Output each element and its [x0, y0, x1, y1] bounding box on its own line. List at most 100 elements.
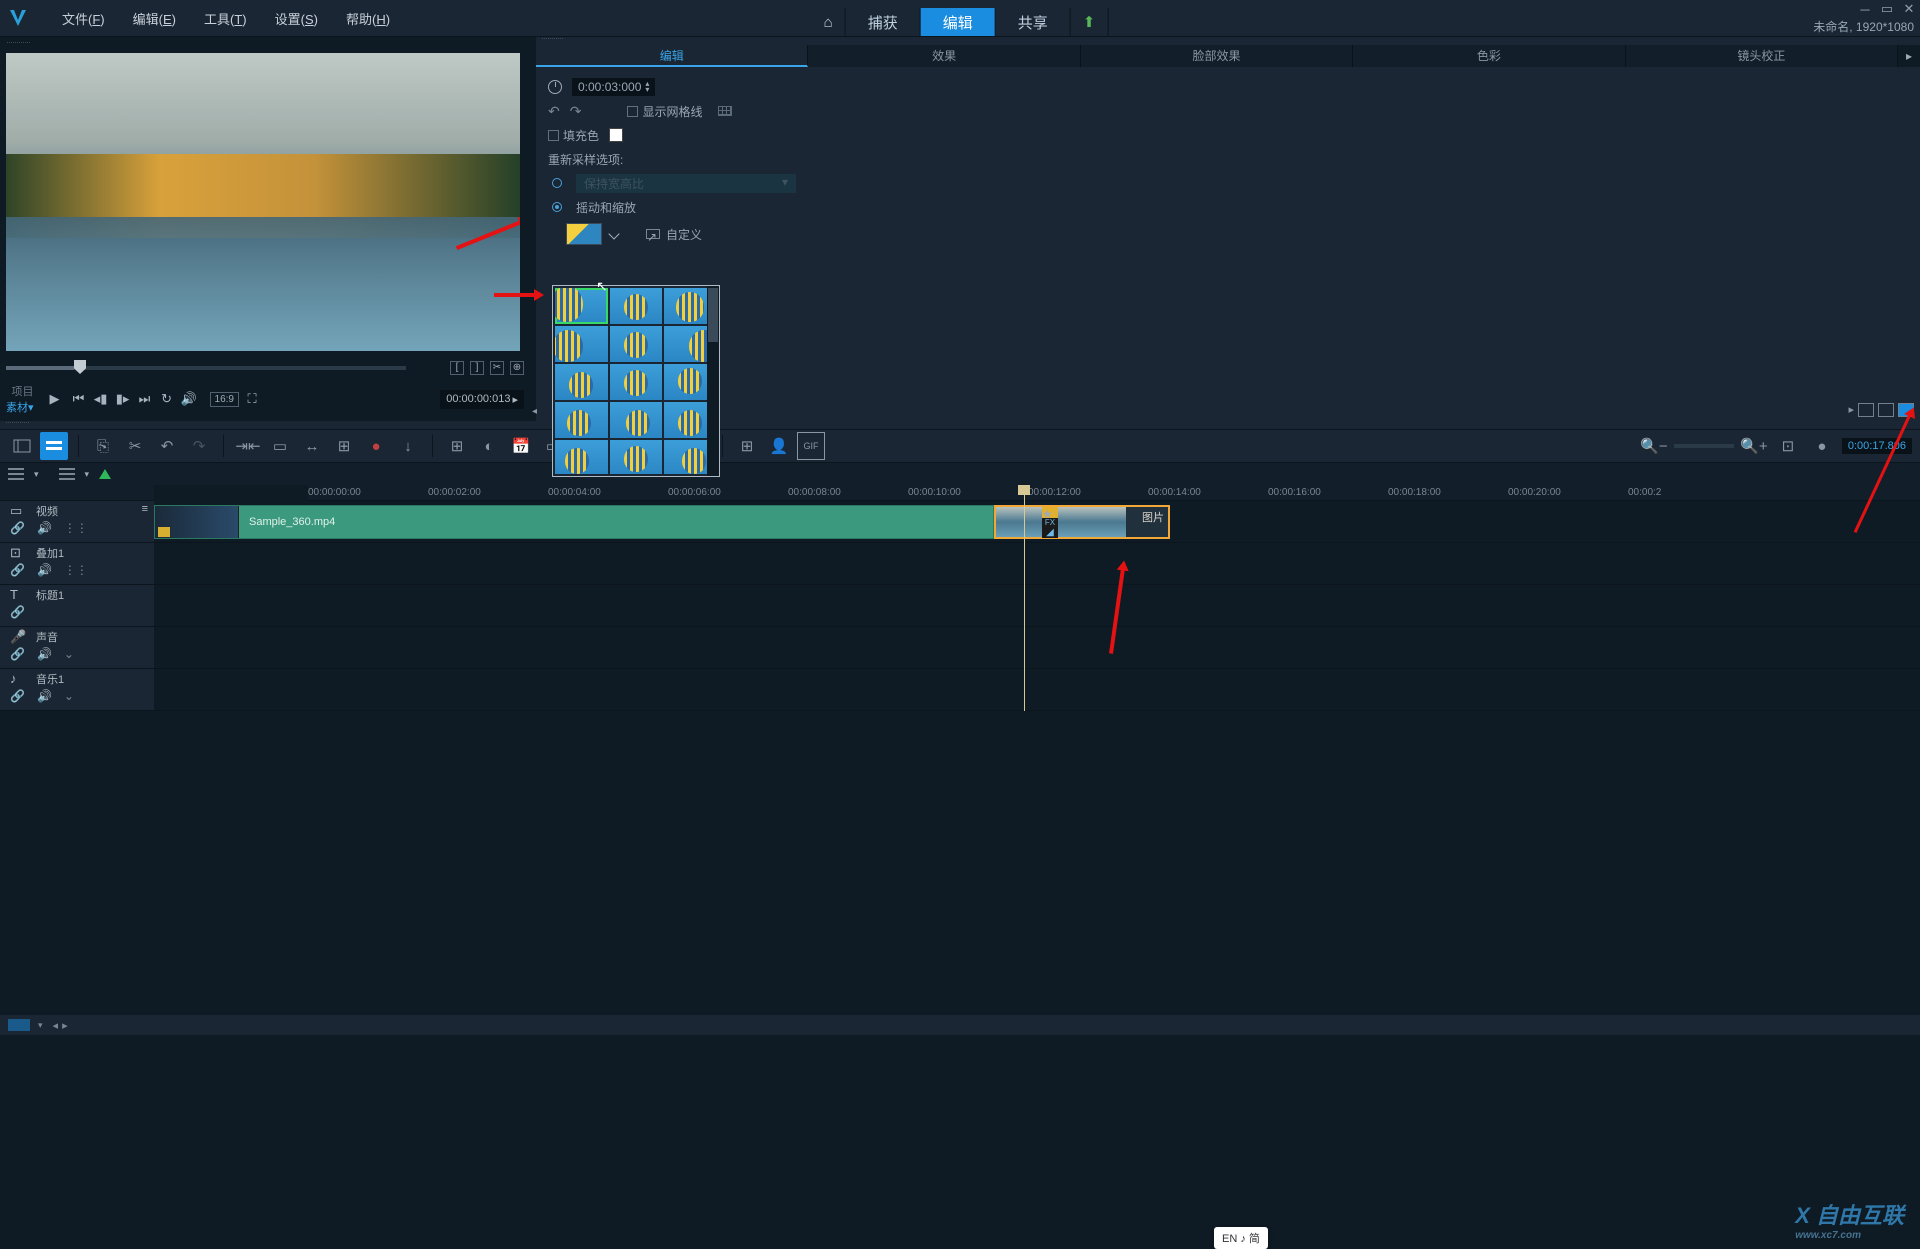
track-header-voice[interactable]: 🎤声音 🔗🔊⌄ [0, 627, 154, 669]
customize-icon[interactable]: ↗ [646, 229, 660, 239]
track-menu-button[interactable] [8, 468, 24, 480]
fill-color-swatch[interactable] [609, 128, 623, 142]
playhead-sync-button[interactable]: ● [1808, 432, 1836, 460]
track-row-voice[interactable] [154, 627, 1920, 669]
preview-scrubber[interactable] [6, 366, 406, 370]
track-list-button[interactable] [59, 468, 75, 480]
preset-scrollbar[interactable] [707, 286, 719, 476]
close-button[interactable]: ✕ [1902, 2, 1916, 16]
pz-preset-thumbnail[interactable] [566, 223, 602, 245]
track-header-video[interactable]: ▭视频≡ 🔗🔊⋮⋮ [0, 501, 154, 543]
playback-mode[interactable]: 项目 素材▾ [6, 383, 34, 415]
scrubber-handle-icon[interactable] [74, 360, 86, 374]
redo-tool-button[interactable]: ↷ [185, 432, 213, 460]
expand-panel-icon[interactable]: ▸ [1848, 403, 1854, 417]
keep-aspect-radio[interactable] [552, 178, 562, 188]
pz-preset-item[interactable] [555, 364, 608, 400]
tab-edit[interactable]: 编辑 [921, 8, 996, 36]
maximize-button[interactable]: ▭ [1880, 2, 1894, 16]
fill-color-checkbox[interactable]: 填充色 [548, 127, 599, 144]
tab-share[interactable]: 共享 [996, 8, 1071, 36]
chapter-button[interactable]: 📅 [507, 432, 535, 460]
menu-tools[interactable]: 工具(T) [190, 9, 261, 28]
pz-preset-item[interactable] [610, 402, 663, 438]
loop-button[interactable]: ↻ [158, 390, 176, 408]
pz-preset-item[interactable] [555, 326, 608, 362]
fullscreen-button[interactable]: ⛶ [243, 390, 261, 408]
layout-1-button[interactable] [1858, 403, 1874, 417]
mute-toggle-icon[interactable]: 🔊 [37, 521, 52, 535]
pz-preset-item[interactable] [610, 326, 663, 362]
pan-zoom-radio[interactable] [552, 202, 562, 212]
panel-grip-icon[interactable] [0, 421, 1920, 429]
grid-icon[interactable] [718, 106, 732, 116]
go-end-button[interactable]: ⏭ [136, 390, 154, 408]
stretch-tool-button[interactable]: ↔ [298, 432, 326, 460]
minimize-button[interactable]: ─ [1858, 2, 1872, 16]
track-row-video[interactable]: Sample_360.mp4 ★ FX ◢ 图片 [154, 501, 1920, 543]
nav-prev-button[interactable]: ◂ [53, 1019, 59, 1032]
zoom-out-button[interactable]: 🔍− [1640, 432, 1668, 460]
split-screen-button[interactable]: ⊞ [733, 432, 761, 460]
marker-button[interactable]: ↓ [394, 432, 422, 460]
pz-preset-item[interactable] [610, 440, 663, 474]
ptab-effects[interactable]: 效果 [808, 45, 1080, 67]
playhead-handle-icon[interactable] [1018, 485, 1030, 495]
menu-file[interactable]: 文件(F) [48, 9, 119, 28]
roll-tool-button[interactable]: ⊞ [330, 432, 358, 460]
ptab-edit[interactable]: 编辑 [536, 45, 808, 67]
playhead[interactable] [1024, 485, 1025, 711]
layout-2-button[interactable] [1878, 403, 1894, 417]
render-segment-icon[interactable] [8, 1019, 30, 1031]
timeline-ruler[interactable]: 00:00:00:00 00:00:02:00 00:00:04:00 00:0… [308, 485, 1920, 501]
mark-out-button[interactable]: ] [470, 361, 484, 375]
go-start-button[interactable]: ⏮ [70, 390, 88, 408]
track-row-title[interactable] [154, 585, 1920, 627]
show-grid-checkbox[interactable]: 显示网格线 [627, 103, 702, 120]
track-row-overlay[interactable] [154, 543, 1920, 585]
preview-viewport[interactable] [6, 53, 520, 351]
mark-in-button[interactable]: [ [450, 361, 464, 375]
fit-timeline-button[interactable]: ⊡ [1774, 432, 1802, 460]
sort-asc-icon[interactable] [99, 469, 111, 479]
snapshot-button[interactable]: ⊕ [510, 361, 524, 375]
resample-dropdown[interactable]: 保持宽高比▾ [576, 174, 796, 193]
pz-preset-item[interactable] [555, 440, 608, 474]
track-header-music[interactable]: ♪音乐1 🔗🔊⌄ [0, 669, 154, 711]
nav-next-button[interactable]: ▸ [62, 1019, 68, 1032]
tab-overflow-icon[interactable]: ▸ [1898, 45, 1920, 67]
upload-icon[interactable]: ⬆ [1071, 8, 1109, 36]
timeline-view-button[interactable] [40, 432, 68, 460]
cut-button[interactable]: ✂ [121, 432, 149, 460]
link-toggle-icon[interactable]: 🔗 [10, 521, 25, 535]
track-header-title[interactable]: T标题1 🔗 [0, 585, 154, 627]
pz-preset-item[interactable] [610, 288, 663, 324]
track-header-overlay[interactable]: ⊡叠加1 🔗🔊⋮⋮ [0, 543, 154, 585]
collapse-left-icon[interactable]: ◂ [532, 406, 537, 417]
customize-button[interactable]: 自定义 [666, 226, 702, 243]
split-clip-button[interactable]: ✂ [490, 361, 504, 375]
panel-grip-icon[interactable] [6, 41, 524, 49]
undo-tool-button[interactable]: ↶ [153, 432, 181, 460]
zoom-in-button[interactable]: 🔍+ [1740, 432, 1768, 460]
ptab-lens[interactable]: 镜头校正 [1626, 45, 1898, 67]
duration-input[interactable]: 0:00:03:000 ▴▾ [572, 78, 655, 96]
zoom-slider[interactable] [1674, 444, 1734, 448]
timeline-timecode[interactable]: 0:00:17.806 [1842, 438, 1912, 454]
redo-button[interactable]: ↷ [570, 103, 582, 120]
pz-preset-dropdown[interactable] [608, 230, 620, 238]
play-button[interactable]: ▶ [44, 388, 66, 410]
frame-back-button[interactable]: ◂▮ [92, 390, 110, 408]
storyboard-view-button[interactable] [8, 432, 36, 460]
ripple-tool-button[interactable]: ⇥⇤ [234, 432, 262, 460]
clip-image[interactable]: ★ FX ◢ 图片 [994, 505, 1170, 539]
undo-button[interactable]: ↶ [548, 103, 560, 120]
record-button[interactable]: ● [362, 432, 390, 460]
mask-button[interactable]: ◐ [475, 432, 503, 460]
pz-preset-item[interactable] [610, 364, 663, 400]
menu-settings[interactable]: 设置(S) [261, 9, 332, 28]
home-button[interactable]: ⌂ [812, 8, 846, 36]
aspect-ratio-button[interactable]: 16:9 [210, 392, 239, 407]
ar-stickers-button[interactable]: 👤 [765, 432, 793, 460]
volume-button[interactable]: 🔊 [180, 390, 198, 408]
